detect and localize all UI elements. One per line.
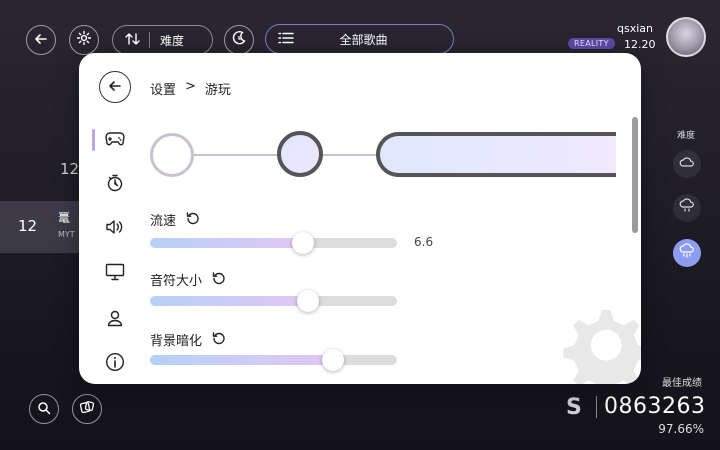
song-artist: MYT: [58, 230, 75, 239]
note-size-slider[interactable]: [150, 290, 397, 312]
option-circle-selected[interactable]: [277, 131, 323, 177]
breadcrumb-separator: >: [185, 79, 196, 94]
dice-icon: [79, 399, 95, 419]
note-size-label: 音符大小: [150, 274, 203, 289]
flow-speed-slider[interactable]: [150, 232, 397, 254]
best-accuracy: 97.66%: [658, 422, 704, 436]
settings-back-button[interactable]: [99, 71, 131, 103]
settings-button[interactable]: [69, 25, 99, 55]
arrow-left-icon: [108, 78, 122, 97]
breadcrumb-root[interactable]: 设置: [150, 79, 176, 98]
nav-gameplay-button[interactable]: [104, 129, 126, 151]
difficulty-in-button[interactable]: [673, 239, 701, 267]
slider-knob[interactable]: [321, 349, 344, 371]
best-score: 0863263: [604, 394, 706, 419]
song-title: 鼍: [58, 211, 71, 225]
background-dim-slider[interactable]: [150, 349, 397, 371]
slider-fill: [150, 355, 333, 365]
nav-display-button[interactable]: [104, 263, 126, 285]
breadcrumb-current: 游玩: [204, 83, 231, 98]
arrow-left-icon: [34, 31, 48, 50]
nav-about-button[interactable]: [104, 352, 126, 376]
song-level: 12: [60, 160, 80, 178]
moon-icon: [231, 30, 247, 50]
difficulty-sort-label: 难度: [160, 33, 185, 48]
nav-timing-button[interactable]: [104, 174, 126, 196]
search-button[interactable]: [29, 394, 59, 424]
random-button[interactable]: [72, 394, 102, 424]
slider-fill: [150, 238, 304, 248]
settings-panel: 设置 > 游玩 流速 6.6 音符大小 背景暗化: [79, 53, 641, 384]
back-button[interactable]: [26, 25, 56, 55]
flow-speed-value: 6.6: [414, 235, 434, 249]
cloud-drizzle-icon: [679, 198, 695, 218]
reset-icon[interactable]: [212, 271, 226, 289]
divider: [149, 32, 150, 48]
cloud-icon: [679, 155, 695, 174]
sort-icon: [125, 32, 141, 49]
cloud-rain-icon: [679, 243, 695, 263]
gear-watermark-icon: [549, 288, 641, 384]
nav-account-button[interactable]: [104, 309, 126, 331]
connector-line: [323, 154, 378, 156]
song-filter-label: 全部歌曲: [339, 32, 388, 47]
difficulty-ez-button[interactable]: [673, 150, 701, 178]
slider-knob[interactable]: [297, 290, 320, 312]
flow-speed-label: 流速: [150, 214, 177, 229]
rks-value: 12.20: [624, 38, 656, 51]
song-list-item[interactable]: 12: [0, 160, 90, 180]
mod-button[interactable]: [224, 25, 254, 55]
background-dim-label: 背景暗化: [150, 334, 203, 349]
list-icon: [278, 32, 294, 47]
speaker-icon: [105, 219, 125, 239]
search-icon: [37, 400, 51, 419]
connector-line: [194, 154, 279, 156]
timer-icon: [106, 174, 124, 196]
divider: [596, 396, 597, 418]
setting-row-label: 背景暗化: [150, 330, 226, 349]
display-icon: [105, 263, 125, 285]
reset-icon[interactable]: [186, 211, 200, 229]
option-circle[interactable]: [150, 133, 194, 177]
settings-scrollbar[interactable]: [632, 117, 638, 233]
person-icon: [106, 309, 124, 331]
slider-fill: [150, 296, 309, 306]
song-list-item-selected[interactable]: 12 鼍 MYT: [0, 201, 90, 253]
gamepad-icon: [105, 131, 125, 150]
difficulty-title: 难度: [677, 131, 696, 141]
gear-icon: [76, 30, 92, 50]
player-name: qsxian: [617, 22, 653, 35]
song-filter-button[interactable]: 全部歌曲: [265, 24, 454, 54]
best-record-label: 最佳成绩: [662, 378, 702, 389]
setting-row-label: 音符大小: [150, 270, 226, 289]
avatar[interactable]: [666, 17, 706, 57]
option-pill[interactable]: [376, 132, 616, 177]
info-icon: [105, 352, 125, 376]
nav-audio-button[interactable]: [104, 218, 126, 240]
reality-badge: REALITY: [568, 38, 615, 49]
slider-knob[interactable]: [292, 232, 315, 254]
reset-icon[interactable]: [212, 331, 226, 349]
nav-active-indicator: [92, 129, 95, 151]
score-rank: S: [566, 395, 582, 420]
difficulty-hd-button[interactable]: [673, 194, 701, 222]
breadcrumb: 设置 > 游玩: [150, 79, 231, 98]
song-level: 12: [18, 217, 38, 235]
setting-row-label: 流速: [150, 210, 200, 229]
difficulty-sort-button[interactable]: 难度: [112, 25, 213, 55]
